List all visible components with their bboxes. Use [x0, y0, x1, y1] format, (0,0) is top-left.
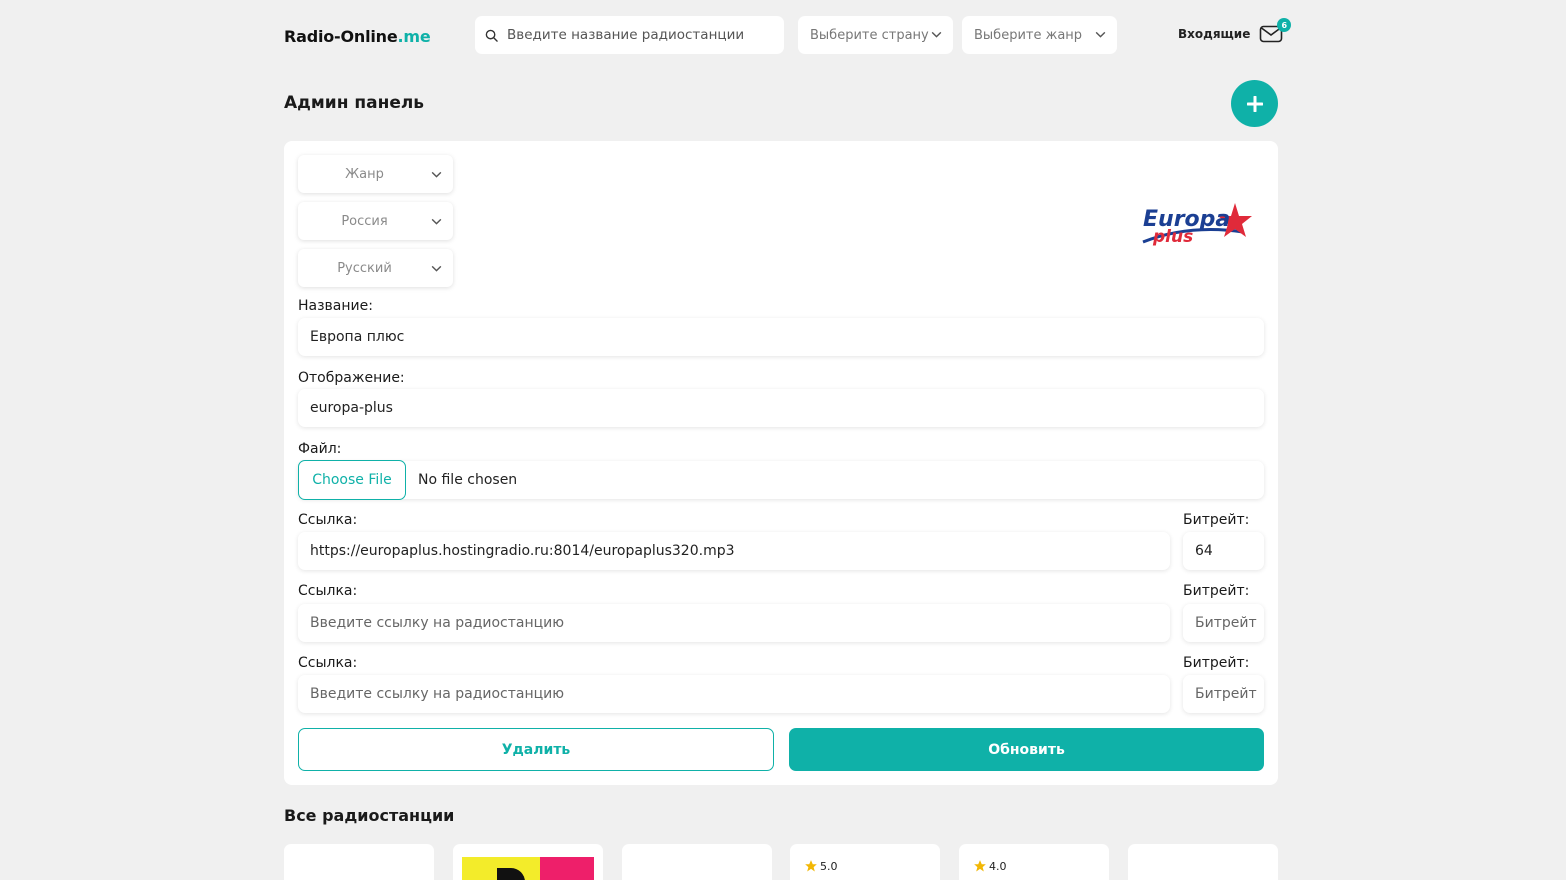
site-logo[interactable]: Radio-Online.me [284, 27, 431, 46]
stream-url-label: Ссылка: [298, 512, 358, 528]
plus-icon [1246, 95, 1263, 112]
bitrate-input[interactable] [1195, 686, 1264, 702]
star-icon [974, 860, 986, 872]
station-rating: 5.0 [804, 859, 838, 873]
genre-dropdown[interactable]: Жанр [298, 155, 453, 193]
bitrate-label: Битрейт: [1183, 655, 1250, 671]
stream-url-field[interactable] [298, 532, 1170, 570]
stream-url-input[interactable] [310, 686, 1170, 702]
language-dropdown[interactable]: Русский [298, 249, 453, 287]
country-select-value: Выберите страну [810, 27, 929, 43]
page-title: Админ панель [284, 93, 425, 113]
station-tile[interactable] [453, 844, 603, 880]
station-rating-value: 4.0 [989, 859, 1007, 873]
station-tile-logo [462, 857, 594, 880]
station-tile[interactable] [284, 844, 434, 880]
stream-url-input[interactable] [310, 615, 1170, 631]
bitrate-label: Битрейт: [1183, 583, 1250, 599]
star-icon [805, 860, 817, 872]
name-input[interactable] [310, 329, 1264, 345]
station-logo-image: Europa plus [1142, 203, 1252, 247]
country-dropdown[interactable]: Россия [298, 202, 453, 240]
genre-select-value: Выберите жанр [974, 27, 1083, 43]
genre-dropdown-value: Жанр [345, 166, 384, 182]
slug-field[interactable] [298, 389, 1264, 427]
slug-input[interactable] [310, 400, 1264, 416]
bitrate-field[interactable] [1183, 675, 1264, 713]
station-tile[interactable]: 4.0 [959, 844, 1109, 880]
slug-label: Отображение: [298, 370, 405, 386]
country-select[interactable]: Выберите страну [798, 16, 953, 54]
chevron-down-icon [931, 31, 942, 38]
choose-file-button[interactable]: Choose File [298, 460, 406, 500]
search-input[interactable] [507, 27, 777, 43]
delete-button[interactable]: Удалить [298, 728, 774, 771]
bitrate-input[interactable] [1195, 543, 1264, 559]
bitrate-input[interactable] [1195, 615, 1264, 631]
chevron-down-icon [1095, 31, 1106, 38]
station-rating: 4.0 [973, 859, 1007, 873]
chevron-down-icon [431, 171, 442, 178]
station-rating-value: 5.0 [820, 859, 838, 873]
add-station-button[interactable] [1231, 80, 1278, 127]
genre-select[interactable]: Выберите жанр [962, 16, 1117, 54]
station-tile[interactable]: 5.0 [790, 844, 940, 880]
station-tile[interactable] [1128, 844, 1278, 880]
name-field[interactable] [298, 318, 1264, 356]
inbox-label: Входящие [1178, 27, 1251, 41]
language-dropdown-value: Русский [337, 260, 392, 276]
update-button[interactable]: Обновить [789, 728, 1264, 771]
inbox-link[interactable]: Входящие 6 [1178, 18, 1292, 44]
no-file-text: No file chosen [418, 472, 518, 488]
search-box[interactable] [475, 16, 784, 54]
station-tile[interactable] [622, 844, 772, 880]
envelope-icon: 6 [1259, 18, 1292, 44]
stream-url-field[interactable] [298, 675, 1170, 713]
all-stations-title: Все радиостанции [284, 806, 455, 825]
stream-url-label: Ссылка: [298, 655, 358, 671]
file-label: Файл: [298, 441, 342, 457]
stream-url-field[interactable] [298, 604, 1170, 642]
station-logo-text-2: plus [1152, 227, 1193, 247]
chevron-down-icon [431, 218, 442, 225]
search-icon [485, 29, 498, 42]
station-edit-card: Жанр Россия Русский Europa plus Название… [284, 141, 1278, 785]
bitrate-field[interactable] [1183, 532, 1264, 570]
chevron-down-icon [431, 265, 442, 272]
country-dropdown-value: Россия [341, 213, 388, 229]
stream-url-input[interactable] [310, 543, 1170, 559]
inbox-count-badge: 6 [1277, 18, 1292, 32]
name-label: Название: [298, 298, 373, 314]
stream-url-label: Ссылка: [298, 583, 358, 599]
bitrate-label: Битрейт: [1183, 512, 1250, 528]
bitrate-field[interactable] [1183, 604, 1264, 642]
